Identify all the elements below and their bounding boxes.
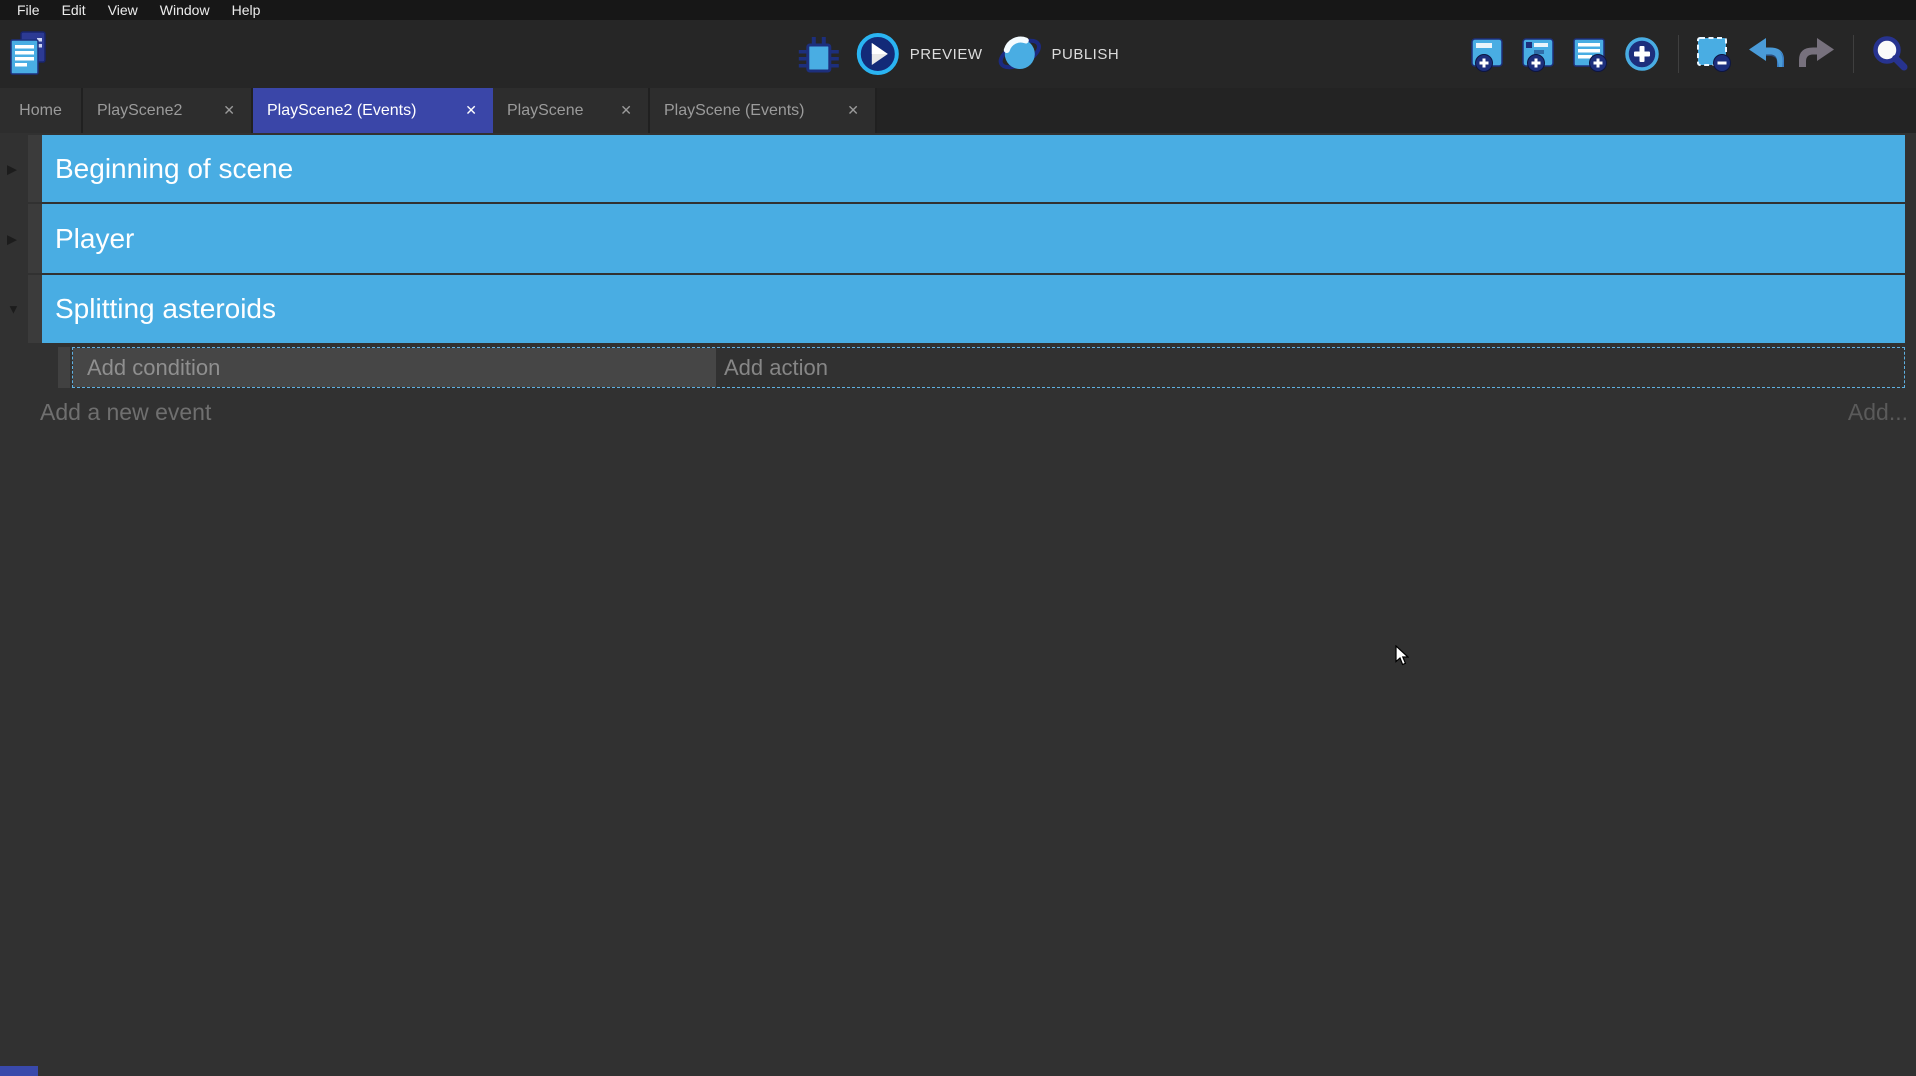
add-new-event-row[interactable]: Add a new event Add... <box>0 397 1916 431</box>
undo-icon[interactable] <box>1746 34 1786 74</box>
tab-close-icon[interactable]: ✕ <box>847 102 859 119</box>
menu-file[interactable]: File <box>6 0 51 20</box>
event-group-title: Beginning of scene <box>55 153 293 185</box>
event-group-bar[interactable]: Player <box>42 204 1905 273</box>
tab-label: PlayScene (Events) <box>664 102 805 120</box>
tab-close-icon[interactable]: ✕ <box>620 102 632 119</box>
event-group-bar[interactable]: Splitting asteroids <box>42 275 1905 343</box>
toolbar-separator <box>1853 35 1854 73</box>
preview-button[interactable]: PREVIEW <box>855 31 983 77</box>
project-manager-button[interactable] <box>8 29 48 79</box>
main-toolbar: PREVIEW PUBLISH <box>0 20 1916 88</box>
tab-label: PlayScene <box>507 102 584 120</box>
empty-event-row: Add condition Add action <box>0 347 1916 388</box>
collapse-toggle-icon[interactable]: ▶ <box>7 162 17 175</box>
add-event-icon[interactable] <box>1469 34 1509 74</box>
preview-label: PREVIEW <box>910 46 983 63</box>
sub-event-gutter <box>58 347 70 388</box>
menu-edit[interactable]: Edit <box>51 0 97 20</box>
add-comment-icon[interactable] <box>1571 34 1611 74</box>
event-gutter <box>28 204 42 273</box>
event-group-title: Splitting asteroids <box>55 293 276 325</box>
tab-playscene[interactable]: PlayScene ✕ <box>493 88 650 133</box>
delete-selection-icon[interactable] <box>1695 34 1735 74</box>
event-gutter <box>28 135 42 202</box>
tab-close-icon[interactable]: ✕ <box>223 102 235 119</box>
expand-toggle-icon[interactable]: ▼ <box>7 303 20 316</box>
tab-label: Home <box>19 102 62 120</box>
add-new-event-label: Add a new event <box>40 399 211 426</box>
preview-play-icon <box>855 31 901 77</box>
tab-playscene-events[interactable]: PlayScene (Events) ✕ <box>650 88 877 133</box>
add-action-label: Add action <box>724 355 828 381</box>
menu-window[interactable]: Window <box>149 0 221 20</box>
bottom-left-blue-sliver <box>0 1066 38 1076</box>
toolbar-separator <box>1678 35 1679 73</box>
toolbar-center-group: PREVIEW PUBLISH <box>797 20 1119 88</box>
tab-label: PlayScene2 <box>97 102 182 120</box>
publish-label: PUBLISH <box>1051 46 1119 63</box>
add-condition-label: Add condition <box>87 355 220 381</box>
menu-help[interactable]: Help <box>221 0 272 20</box>
event-gutter <box>28 275 42 343</box>
menu-view[interactable]: View <box>97 0 149 20</box>
event-group-bar[interactable]: Beginning of scene <box>42 135 1905 202</box>
selected-event-outline: Add condition Add action <box>72 347 1905 388</box>
toolbar-right-group <box>1469 20 1910 88</box>
events-sheet: ▶ Beginning of scene ▶ Player ▼ Splittin… <box>0 133 1916 1076</box>
event-group-title: Player <box>55 223 134 255</box>
add-event-dropdown-button[interactable]: Add... <box>1848 399 1908 426</box>
publish-globe-icon <box>996 31 1042 77</box>
collapse-toggle-icon[interactable]: ▶ <box>7 232 17 245</box>
project-manager-icon <box>8 29 48 79</box>
event-group-row: ▼ Splitting asteroids <box>0 275 1916 343</box>
add-condition-button[interactable]: Add condition <box>73 348 716 387</box>
redo-icon[interactable] <box>1797 34 1837 74</box>
tab-home[interactable]: Home <box>0 88 83 133</box>
event-group-row: ▶ Player <box>0 204 1916 273</box>
add-action-button[interactable]: Add action <box>716 348 1904 387</box>
tab-close-icon[interactable]: ✕ <box>465 102 477 119</box>
menu-bar: File Edit View Window Help <box>0 0 1916 20</box>
tab-playscene2-events[interactable]: PlayScene2 (Events) ✕ <box>253 88 493 133</box>
app-window: File Edit View Window Help <box>0 0 1916 1076</box>
choose-event-type-icon[interactable] <box>1622 34 1662 74</box>
tab-bar: Home PlayScene2 ✕ PlayScene2 (Events) ✕ … <box>0 88 1916 133</box>
event-group-row: ▶ Beginning of scene <box>0 135 1916 202</box>
publish-button[interactable]: PUBLISH <box>996 31 1119 77</box>
tab-playscene2[interactable]: PlayScene2 ✕ <box>83 88 253 133</box>
debugger-icon[interactable] <box>797 32 841 76</box>
add-sub-event-icon[interactable] <box>1520 34 1560 74</box>
search-icon[interactable] <box>1870 34 1910 74</box>
tab-label: PlayScene2 (Events) <box>267 102 416 120</box>
